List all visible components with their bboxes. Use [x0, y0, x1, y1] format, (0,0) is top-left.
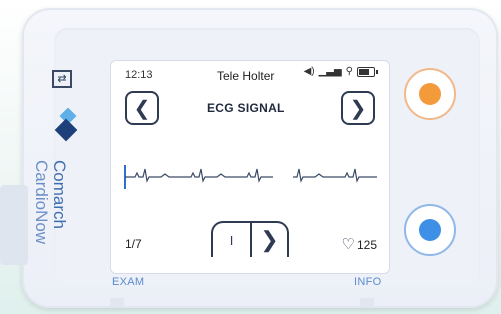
brand-name: Comarch CardioNow [32, 160, 69, 245]
heart-icon: ♡ [341, 236, 355, 253]
device-foot-right [360, 298, 374, 308]
heart-rate-value: 125 [356, 237, 377, 252]
ecg-waveform [124, 165, 377, 189]
status-time: 12:13 [125, 69, 153, 81]
prev-button[interactable]: ❮ [125, 91, 159, 125]
brand-line2: CardioNow [32, 160, 51, 245]
pager-control: I ❯ [211, 221, 289, 257]
signal-icon: ▁▃▅ [318, 66, 342, 77]
chevron-right-icon: ❯ [349, 97, 367, 120]
page-indicator: 1/7 [125, 237, 142, 251]
device-foot-left [110, 298, 124, 308]
pause-icon: I [229, 232, 234, 248]
location-icon: ⚲ [345, 66, 353, 77]
chevron-right-icon: ❯ [260, 227, 279, 252]
chevron-left-icon: ❮ [133, 97, 151, 120]
blue-hardware-button[interactable] [404, 204, 456, 256]
info-label: INFO [354, 276, 382, 288]
device-clip [0, 185, 28, 265]
screen-title: ECG SIGNAL [207, 101, 285, 115]
pause-button[interactable]: I [213, 223, 252, 257]
usb-icon: ⇄ [52, 70, 72, 88]
speaker-icon: ◀) [303, 66, 315, 77]
page-next-button[interactable]: ❯ [252, 223, 287, 257]
device-screen: 12:13 Tele Holter ◀) ▁▃▅ ⚲ ❮ ECG SIGNAL … [110, 60, 390, 274]
brand-line1: Comarch [50, 160, 69, 229]
battery-icon [357, 67, 378, 77]
status-title: Tele Holter [217, 69, 275, 83]
next-button[interactable]: ❯ [341, 91, 375, 125]
exam-label: EXAM [112, 276, 145, 288]
comarch-logo-icon [54, 108, 78, 142]
orange-hardware-button[interactable] [404, 68, 456, 120]
status-icons: ◀) ▁▃▅ ⚲ [303, 66, 378, 77]
heart-rate: ♡ 125 [342, 237, 377, 252]
